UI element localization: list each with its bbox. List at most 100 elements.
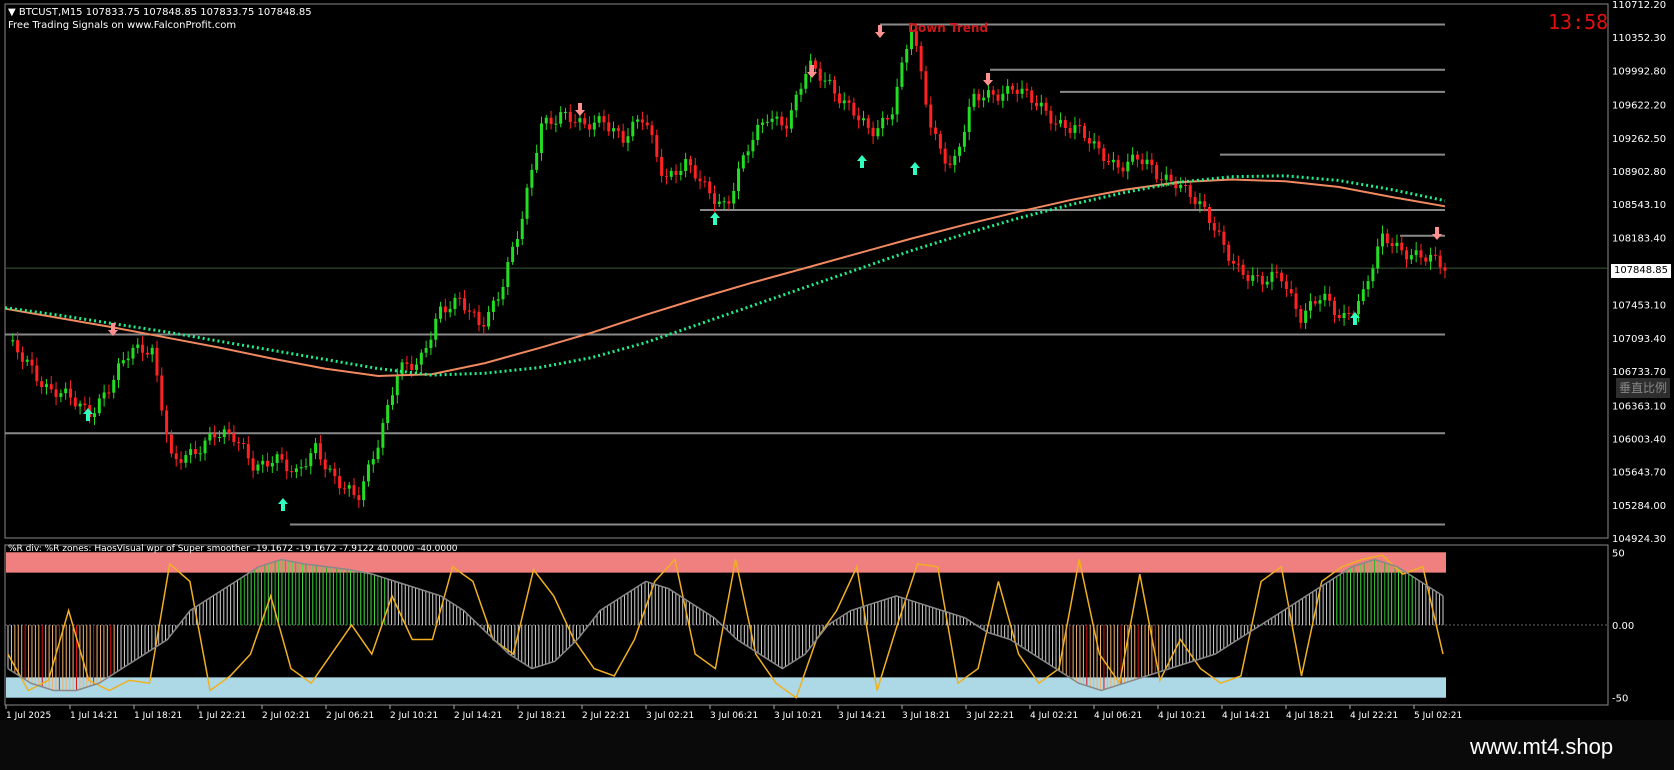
candle-body xyxy=(121,360,125,364)
candle-body xyxy=(679,170,683,175)
candle-body xyxy=(141,344,145,353)
candle-body xyxy=(991,90,995,95)
candle-body xyxy=(256,464,260,471)
candle-body xyxy=(1304,310,1308,323)
candle-body xyxy=(535,152,539,170)
up-arrow-icon xyxy=(278,498,288,511)
candle-body xyxy=(775,116,779,119)
candle-body xyxy=(1001,93,1005,101)
vertical-scale-button[interactable]: 垂直比例 xyxy=(1616,378,1670,398)
candle-body xyxy=(842,100,846,104)
candle-body xyxy=(1356,301,1360,314)
y-tick-label: 108183.40 xyxy=(1612,233,1666,244)
candle-body xyxy=(1246,274,1250,281)
candle-body xyxy=(261,460,265,465)
candle-body xyxy=(592,122,596,130)
candle-body xyxy=(1323,293,1327,301)
candle-body xyxy=(1414,250,1418,256)
candle-body xyxy=(410,363,414,370)
candle-body xyxy=(338,476,342,489)
candle-body xyxy=(1193,196,1197,205)
candle-body xyxy=(290,471,294,473)
candle-body xyxy=(1294,293,1298,309)
indicator-tick-label: 0.00 xyxy=(1612,621,1634,632)
candle-body xyxy=(477,311,481,326)
candle-body xyxy=(357,495,361,501)
candle-body xyxy=(20,352,24,362)
candle-body xyxy=(746,151,750,156)
candle-body xyxy=(448,308,452,313)
candle-body xyxy=(285,459,289,472)
candle-body xyxy=(1020,88,1024,94)
candle-body xyxy=(929,104,933,128)
candle-body xyxy=(1054,123,1058,125)
candle-body xyxy=(107,392,111,394)
candle-body xyxy=(563,111,567,113)
candle-body xyxy=(876,128,880,137)
candle-body xyxy=(381,423,385,448)
up-arrow-icon xyxy=(710,212,720,225)
candle-body xyxy=(198,453,202,455)
candle-body xyxy=(1280,272,1284,282)
candle-body xyxy=(318,443,322,460)
candle-body xyxy=(93,413,97,417)
y-tick-label: 109992.80 xyxy=(1612,66,1666,77)
candle-body xyxy=(1270,271,1274,282)
candle-body xyxy=(434,318,438,340)
candle-body xyxy=(727,201,731,204)
candle-body xyxy=(828,79,832,81)
candle-body xyxy=(886,117,890,120)
candle-body xyxy=(429,339,433,349)
triangle-icon[interactable]: ▼ xyxy=(8,7,19,18)
candle-body xyxy=(68,388,72,398)
candle-body xyxy=(549,117,553,125)
candle-body xyxy=(1059,120,1063,124)
candle-body xyxy=(818,68,822,81)
candle-body xyxy=(684,159,688,171)
candle-body xyxy=(299,467,303,469)
candle-body xyxy=(1183,185,1187,187)
candle-body xyxy=(136,344,140,348)
y-tick-label: 106003.40 xyxy=(1612,434,1666,445)
candle-body xyxy=(1385,233,1389,244)
indicator-tick-label: -50 xyxy=(1612,694,1628,705)
candle-body xyxy=(1308,301,1312,311)
candle-body xyxy=(756,124,760,141)
candle-body xyxy=(1039,102,1043,107)
candle-body xyxy=(443,306,447,313)
candle-body xyxy=(1443,267,1447,271)
candle-body xyxy=(1078,125,1082,127)
indicator-tick-label: 50 xyxy=(1612,548,1625,559)
candle-body xyxy=(160,375,164,411)
candle-body xyxy=(578,118,582,123)
candle-body xyxy=(1111,159,1115,163)
candle-body xyxy=(203,440,207,454)
down-arrow-icon xyxy=(875,25,885,38)
candle-body xyxy=(938,133,942,149)
candle-body xyxy=(847,100,851,103)
candle-body xyxy=(44,384,48,388)
candle-body xyxy=(866,118,870,128)
candle-body xyxy=(376,447,380,460)
candle-body xyxy=(708,181,712,194)
y-tick-label: 106733.70 xyxy=(1612,367,1666,378)
candle-body xyxy=(366,464,370,482)
candle-body xyxy=(482,325,486,327)
candle-body xyxy=(1361,289,1365,302)
candle-body xyxy=(150,347,154,355)
candle-body xyxy=(621,130,625,143)
candle-body xyxy=(1097,141,1101,149)
candle-body xyxy=(11,340,15,342)
candle-body xyxy=(1227,244,1231,261)
candle-body xyxy=(962,131,966,147)
candle-body xyxy=(1140,159,1144,165)
candle-body xyxy=(112,379,116,393)
candle-body xyxy=(660,156,664,176)
candle-body xyxy=(520,218,524,240)
candle-body xyxy=(669,170,673,177)
candle-body xyxy=(1068,127,1072,133)
candle-body xyxy=(405,362,409,364)
candle-body xyxy=(270,463,274,467)
candle-body xyxy=(1328,293,1332,301)
candle-body xyxy=(958,146,962,156)
